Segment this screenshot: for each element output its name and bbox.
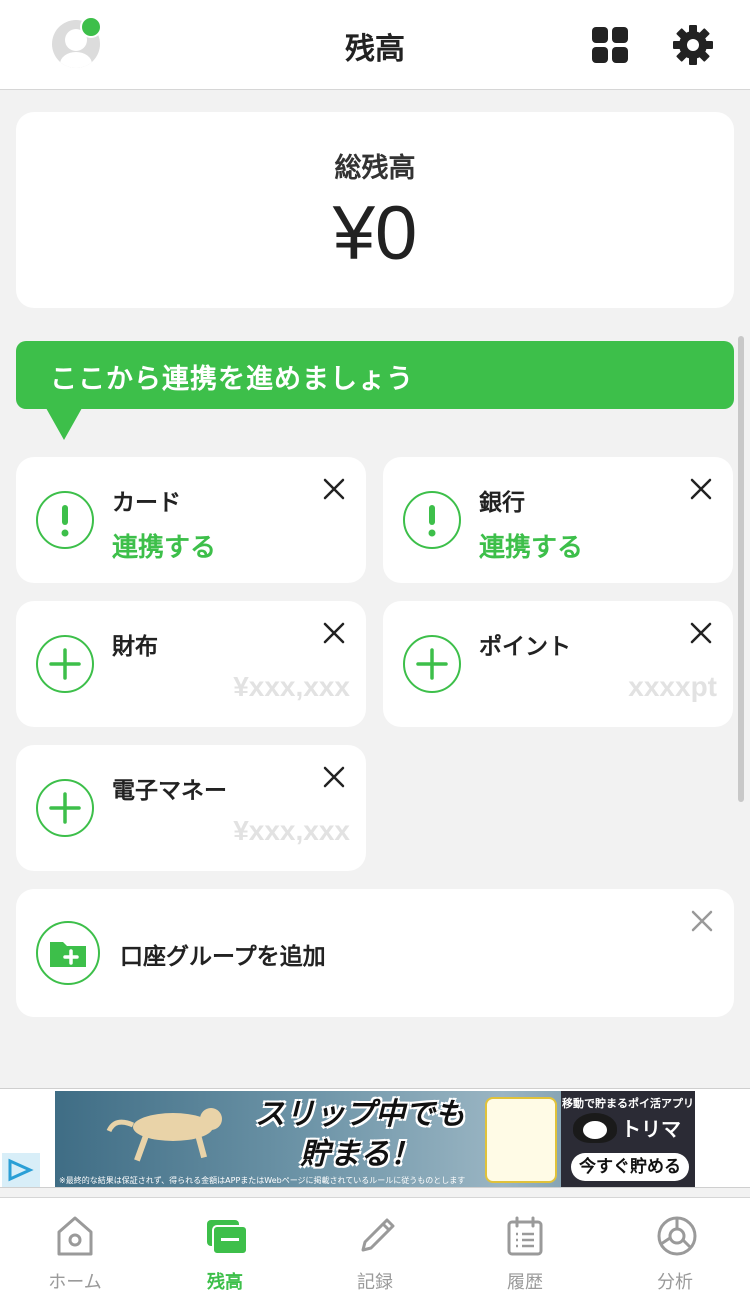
ad-headline: スリップ中でも 貯まる！ [245,1095,475,1175]
exclamation-icon [428,505,436,537]
ad-choices-icon[interactable] [2,1153,40,1187]
bottom-tab-bar: ホーム 残高 記録 履歴 分析 [0,1197,750,1295]
folder-circle [36,921,100,985]
account-card-bank[interactable]: 銀行 連携する [383,457,733,583]
account-card-points[interactable]: ポイント xxxxpt [383,601,733,727]
account-name: ポイント [479,634,571,660]
ad-creative[interactable]: スリップ中でも 貯まる！ 移動で貯まるポイ活アプリ トリマ 今すぐ貯める ※最終… [55,1091,695,1187]
close-icon[interactable] [322,765,346,789]
ad-fineprint: ※最終的な結果は保証されず、得られる金額はAPPまたはWebページに掲載されてい… [59,1176,466,1185]
tab-label: 分析 [657,1272,693,1293]
wallet-icon [207,1220,248,1255]
close-icon[interactable] [689,477,713,501]
total-balance-label: 総残高 [334,153,416,184]
link-account-button[interactable]: 連携する [479,527,583,564]
amount-placeholder: ¥xxx,xxx [233,671,350,702]
account-name: 財布 [112,634,158,660]
banner-text: ここから連携を進めましょう [50,364,414,395]
app-header: 残高 [0,0,750,90]
home-icon [57,1216,93,1256]
tab-home[interactable]: ホーム [0,1198,150,1295]
settings-gear-icon[interactable] [672,24,714,66]
tab-history[interactable]: 履歴 [450,1198,600,1295]
banner-pointer [46,408,82,440]
ad-phone-image [485,1097,557,1183]
account-card-card[interactable]: カード 連携する [16,457,366,583]
folder-plus-icon [50,942,86,967]
add-account-group-card[interactable]: 口座グループを追加 [16,889,734,1017]
close-icon[interactable] [689,621,713,645]
add-circle [403,635,461,693]
amount-placeholder: xxxxpt [628,671,717,702]
tab-record[interactable]: 記録 [300,1198,450,1295]
tab-balance[interactable]: 残高 [150,1198,300,1295]
account-card-emoney[interactable]: 電子マネー ¥xxx,xxx [16,745,366,871]
add-circle [36,779,94,837]
exclamation-icon [61,505,69,537]
scrollbar[interactable] [738,336,744,802]
pencil-icon [361,1218,395,1252]
play-triangle-icon [8,1158,34,1182]
ad-brand-name: トリマ [621,1117,681,1141]
add-group-label: 口座グループを追加 [120,944,326,970]
account-name: カード [112,490,181,516]
add-circle [36,635,94,693]
alert-circle [36,491,94,549]
tab-label: 履歴 [507,1272,543,1293]
calendar-list-icon [507,1216,543,1256]
total-balance-value: ¥0 [332,191,418,276]
tab-label: ホーム [48,1272,102,1293]
advertisement-banner[interactable]: スリップ中でも 貯まる！ 移動で貯まるポイ活アプリ トリマ 今すぐ貯める ※最終… [0,1088,750,1188]
tab-analysis[interactable]: 分析 [600,1198,750,1295]
close-icon[interactable] [690,909,714,933]
onboarding-banner: ここから連携を進めましょう [16,341,734,409]
ad-headline-line1: スリップ中でも [255,1097,465,1132]
close-icon[interactable] [322,477,346,501]
account-name: 銀行 [479,490,525,516]
account-name: 電子マネー [112,778,227,804]
plus-icon [49,792,81,824]
penguin-logo-icon [573,1113,617,1143]
account-card-wallet[interactable]: 財布 ¥xxx,xxx [16,601,366,727]
page-title: 残高 [345,32,405,67]
ad-cta-button[interactable]: 今すぐ貯める [571,1153,689,1181]
grid-menu-icon[interactable] [592,27,628,63]
pie-chart-icon [657,1216,697,1256]
close-icon[interactable] [322,621,346,645]
amount-placeholder: ¥xxx,xxx [233,815,350,846]
plus-icon [49,648,81,680]
alert-circle [403,491,461,549]
tab-label: 記録 [357,1272,393,1293]
link-account-button[interactable]: 連携する [112,527,216,564]
ad-brand-panel: 移動で貯まるポイ活アプリ トリマ 今すぐ貯める [561,1091,695,1187]
tab-label: 残高 [207,1272,243,1293]
total-balance-card: 総残高 ¥0 [16,112,734,308]
ad-brand-tagline: 移動で貯まるポイ活アプリ [562,1097,694,1110]
ad-headline-line2: 貯まる！ [300,1137,420,1172]
plus-icon [416,648,448,680]
dog-image-icon [106,1108,222,1162]
